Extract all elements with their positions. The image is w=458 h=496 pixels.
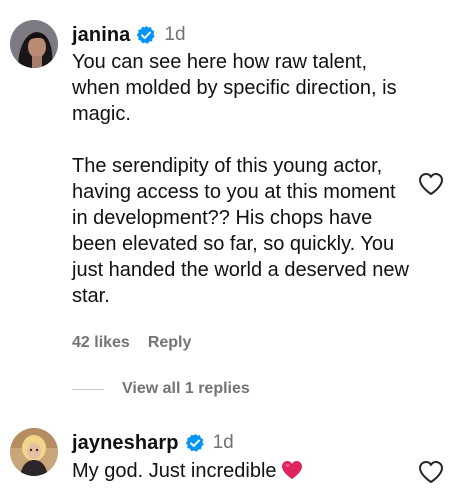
avatar-jaynesharp-image (10, 428, 58, 476)
verified-badge-icon (137, 25, 156, 44)
comment-text: My god. Just incredible (72, 458, 412, 484)
timestamp: 1d (212, 432, 234, 453)
avatar[interactable] (10, 428, 58, 476)
avatar[interactable] (10, 20, 58, 68)
verified-badge-icon (185, 433, 204, 452)
view-replies[interactable]: View all 1 replies (72, 380, 250, 398)
comment-paragraph: You can see here how raw talent, when mo… (72, 51, 397, 125)
view-replies-label[interactable]: View all 1 replies (122, 380, 250, 398)
avatar-janina-image (10, 20, 58, 68)
timestamp: 1d (164, 24, 186, 45)
username[interactable]: janina (72, 24, 130, 47)
comment-text: You can see here how raw talent, when mo… (72, 49, 412, 309)
reply-button[interactable]: Reply (148, 334, 192, 352)
like-heart-icon[interactable] (418, 460, 444, 484)
comment-body: My god. Just incredible (72, 460, 277, 482)
like-heart-icon[interactable] (418, 172, 444, 196)
username[interactable]: jaynesharp (72, 432, 179, 455)
likes-count[interactable]: 42 likes (72, 334, 130, 352)
divider-line (72, 388, 104, 390)
red-heart-emoji-icon (281, 461, 302, 479)
comment-paragraph: The serendipity of this young actor, hav… (72, 155, 409, 307)
